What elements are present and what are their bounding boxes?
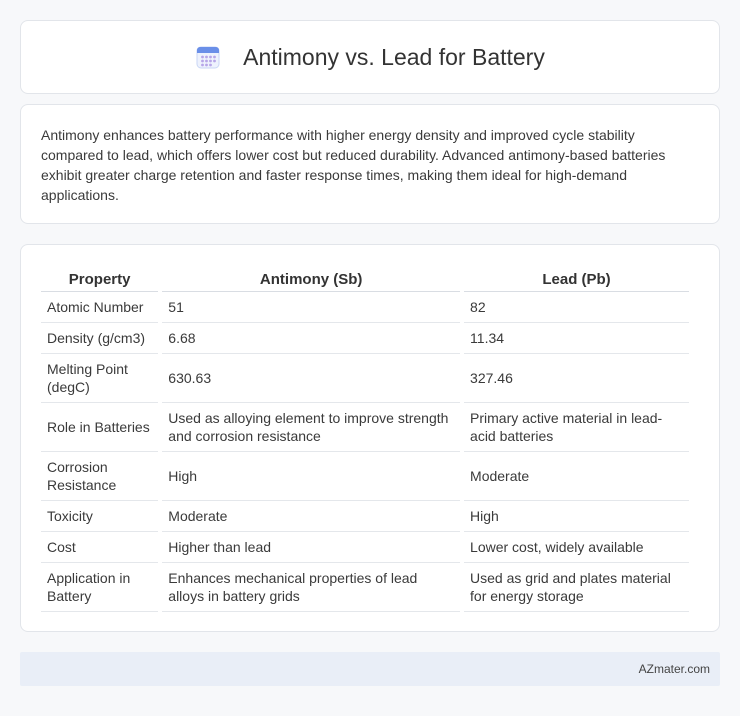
cell-lead: High xyxy=(464,501,689,532)
comparison-table-card: Property Antimony (Sb) Lead (Pb) Atomic … xyxy=(20,244,720,632)
table-row: Cost Higher than lead Lower cost, widely… xyxy=(41,532,689,563)
cell-antimony: Higher than lead xyxy=(162,532,461,563)
page-title: Antimony vs. Lead for Battery xyxy=(243,43,545,70)
cell-antimony: High xyxy=(162,452,461,501)
table-row: Density (g/cm3) 6.68 11.34 xyxy=(41,323,689,354)
cell-antimony: Used as alloying element to improve stre… xyxy=(162,403,461,452)
table-row: Corrosion Resistance High Moderate xyxy=(41,452,689,501)
cell-antimony: 51 xyxy=(162,292,461,323)
summary-text: Antimony enhances battery performance wi… xyxy=(41,127,666,203)
cell-property: Corrosion Resistance xyxy=(41,452,159,501)
cell-antimony: 6.68 xyxy=(162,323,461,354)
cell-property: Density (g/cm3) xyxy=(41,323,159,354)
cell-lead: Lower cost, widely available xyxy=(464,532,689,563)
cell-antimony: Moderate xyxy=(162,501,461,532)
cell-lead: 82 xyxy=(464,292,689,323)
summary-card: Antimony enhances battery performance wi… xyxy=(20,104,720,224)
footer: AZmater.com xyxy=(20,652,720,686)
calendar-icon xyxy=(196,46,220,69)
cell-lead: 327.46 xyxy=(464,354,689,403)
header-antimony: Antimony (Sb) xyxy=(162,265,461,292)
cell-property: Atomic Number xyxy=(41,292,159,323)
title-bar: Antimony vs. Lead for Battery xyxy=(195,44,545,71)
table-row: Toxicity Moderate High xyxy=(41,501,689,532)
cell-lead: Moderate xyxy=(464,452,689,501)
header-lead: Lead (Pb) xyxy=(464,265,689,292)
table-row: Melting Point (degC) 630.63 327.46 xyxy=(41,354,689,403)
cell-lead: 11.34 xyxy=(464,323,689,354)
table-header-row: Property Antimony (Sb) Lead (Pb) xyxy=(41,265,689,292)
cell-antimony: 630.63 xyxy=(162,354,461,403)
cell-property: Melting Point (degC) xyxy=(41,354,159,403)
cell-antimony: Enhances mechanical properties of lead a… xyxy=(162,563,461,612)
title-card: Antimony vs. Lead for Battery xyxy=(20,20,720,94)
table-row: Application in Battery Enhances mechanic… xyxy=(41,563,689,612)
footer-site-label: AZmater.com xyxy=(638,662,710,676)
cell-property: Toxicity xyxy=(41,501,159,532)
cell-property: Application in Battery xyxy=(41,563,159,612)
header-property: Property xyxy=(41,265,159,292)
cell-lead: Used as grid and plates material for ene… xyxy=(464,563,689,612)
cell-lead: Primary active material in lead-acid bat… xyxy=(464,403,689,452)
table-row: Role in Batteries Used as alloying eleme… xyxy=(41,403,689,452)
table-row: Atomic Number 51 82 xyxy=(41,292,689,323)
cell-property: Role in Batteries xyxy=(41,403,159,452)
cell-property: Cost xyxy=(41,532,159,563)
comparison-table: Property Antimony (Sb) Lead (Pb) Atomic … xyxy=(37,265,693,612)
